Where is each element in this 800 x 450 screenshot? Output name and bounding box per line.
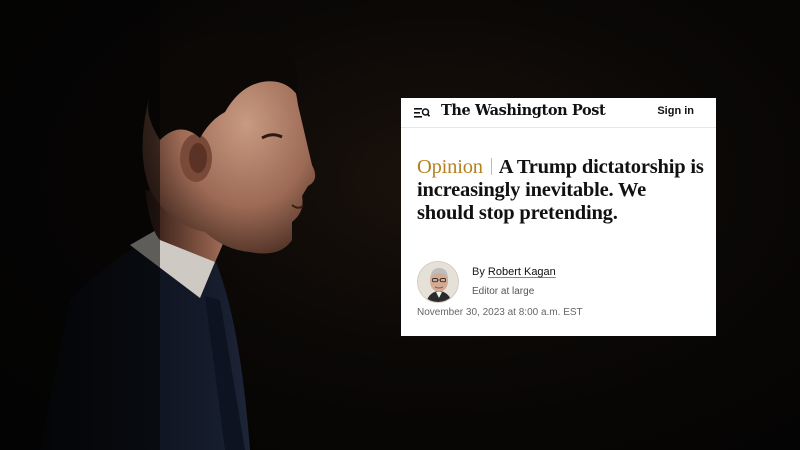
screenshot-stage: The Washington Post Sign in Opinion A Tru…: [0, 0, 800, 450]
speaker-photo: [0, 0, 316, 450]
author-photo[interactable]: [417, 261, 459, 303]
menu-search-icon[interactable]: [414, 106, 431, 120]
author-role: Editor at large: [472, 286, 535, 297]
byline-prefix: By: [472, 266, 485, 278]
masthead-logo[interactable]: The Washington Post: [441, 102, 606, 119]
publish-timestamp: November 30, 2023 at 8:00 a.m. EST: [417, 307, 583, 318]
sign-in-link[interactable]: Sign in: [657, 105, 694, 117]
article-card: The Washington Post Sign in Opinion A Tru…: [401, 98, 716, 336]
opinion-kicker[interactable]: Opinion: [417, 156, 483, 178]
author-link[interactable]: Robert Kagan: [488, 266, 556, 278]
byline: By Robert Kagan: [472, 266, 556, 278]
top-bar: The Washington Post Sign in: [401, 98, 716, 128]
article-headline: Opinion A Trump dictatorship is increasin…: [417, 156, 707, 225]
kicker-divider: [490, 158, 492, 175]
